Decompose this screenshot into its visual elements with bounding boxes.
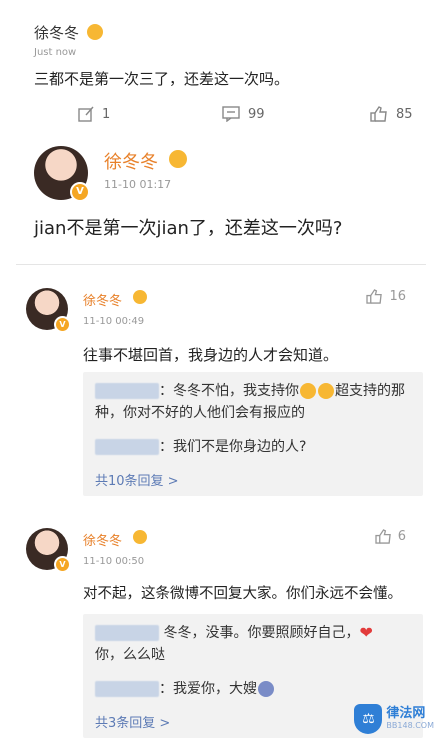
top-post: 徐冬冬 Just now 三都不是第一次三了，还差这一次吗。 1 99 85 <box>0 0 440 150</box>
watermark-logo: ⚖ 律法网 BB148.COM <box>354 704 434 734</box>
comment-text: 对不起，这条微博不回复大家。你们永远不会懂。 <box>83 586 402 602</box>
reply-text: 你，么么哒 <box>95 647 165 663</box>
repost-button[interactable]: 1 <box>78 106 110 122</box>
comment-like-button[interactable]: 6 <box>375 529 406 544</box>
reply-text: ：我爱你，大嫂 <box>159 681 257 697</box>
crown-badge-icon <box>133 530 147 544</box>
more-replies-link[interactable]: 共10条回复 > <box>95 470 179 489</box>
comment-text: 往事不堪回首，我身边的人才会知道。 <box>83 346 339 364</box>
post-timestamp: Just now <box>34 47 77 58</box>
watermark-sub: BB148.COM <box>386 721 434 730</box>
post-actions: 1 99 85 <box>0 106 440 132</box>
verified-badge-icon: V <box>54 556 71 573</box>
repost-icon <box>78 106 94 122</box>
blurred-username <box>95 383 159 399</box>
watermark-title: 律法网 <box>386 706 426 721</box>
reply-text: 冬冬，没事。你要照顾好自己， <box>163 625 360 641</box>
thumbs-up-icon <box>375 529 391 544</box>
comment-timestamp: 11-10 00:50 <box>83 556 145 567</box>
reply-box: ：冬冬不怕，我支持你 超支持的那 种，你对不好的人他们会有报应的 ：我们不是你身边… <box>83 372 423 496</box>
reply-item: ：我爱你，大嫂 <box>95 678 413 700</box>
like-button[interactable]: 85 <box>370 106 413 122</box>
post-text: 三都不是第一次三了，还差这一次吗。 <box>34 70 290 88</box>
verified-badge-icon: V <box>70 182 90 202</box>
emoji-icon <box>258 681 274 697</box>
heart-icon: ❤ <box>359 623 373 642</box>
reply-text: ：冬冬不怕，我支持你 <box>159 383 299 399</box>
like-count: 85 <box>396 106 413 122</box>
comment-username[interactable]: 徐冬冬 <box>83 290 122 309</box>
emoji-icon <box>318 383 334 399</box>
reply-item: 冬冬，没事。你要照顾好自己，❤ 你，么么哒 <box>95 622 413 666</box>
comment-button[interactable]: 99 <box>222 106 265 122</box>
comment-username[interactable]: 徐冬冬 <box>83 530 122 549</box>
reply-item: ：冬冬不怕，我支持你 超支持的那 种，你对不好的人他们会有报应的 <box>95 380 413 424</box>
reply-item: ：我们不是你身边的人? <box>95 436 413 458</box>
blurred-username <box>95 439 159 455</box>
comment-timestamp: 11-10 00:49 <box>83 316 145 327</box>
post-username[interactable]: 徐冬冬 <box>34 22 79 43</box>
comment-like-button[interactable]: 16 <box>366 289 406 304</box>
reply-text: ：我们不是你身边的人? <box>159 439 307 455</box>
crown-badge-icon <box>133 290 147 304</box>
blurred-username <box>95 681 159 697</box>
reply-text: 超支持的那 <box>335 383 405 399</box>
comment-count: 99 <box>248 106 265 122</box>
main-post-timestamp: 11-10 01:17 <box>104 178 172 191</box>
comment-icon <box>222 106 240 122</box>
crown-badge-icon <box>169 150 187 168</box>
crown-badge-icon <box>87 24 103 40</box>
comment-like-count: 16 <box>389 289 406 304</box>
main-post-text: jian不是第一次jian了，还差这一次吗? <box>34 218 343 239</box>
more-replies-link[interactable]: 共3条回复 > <box>95 712 170 731</box>
main-post-username[interactable]: 徐冬冬 <box>104 148 440 266</box>
repost-count: 1 <box>102 106 111 122</box>
divider <box>16 264 426 265</box>
blurred-username <box>95 625 159 641</box>
verified-badge-icon: V <box>54 316 71 333</box>
shield-logo-icon: ⚖ <box>354 704 383 734</box>
thumbs-up-icon <box>366 289 383 304</box>
reply-text: 种，你对不好的人他们会有报应的 <box>95 405 305 421</box>
comment-like-count: 6 <box>397 529 406 544</box>
emoji-icon <box>300 383 316 399</box>
thumbs-up-icon <box>370 106 387 122</box>
